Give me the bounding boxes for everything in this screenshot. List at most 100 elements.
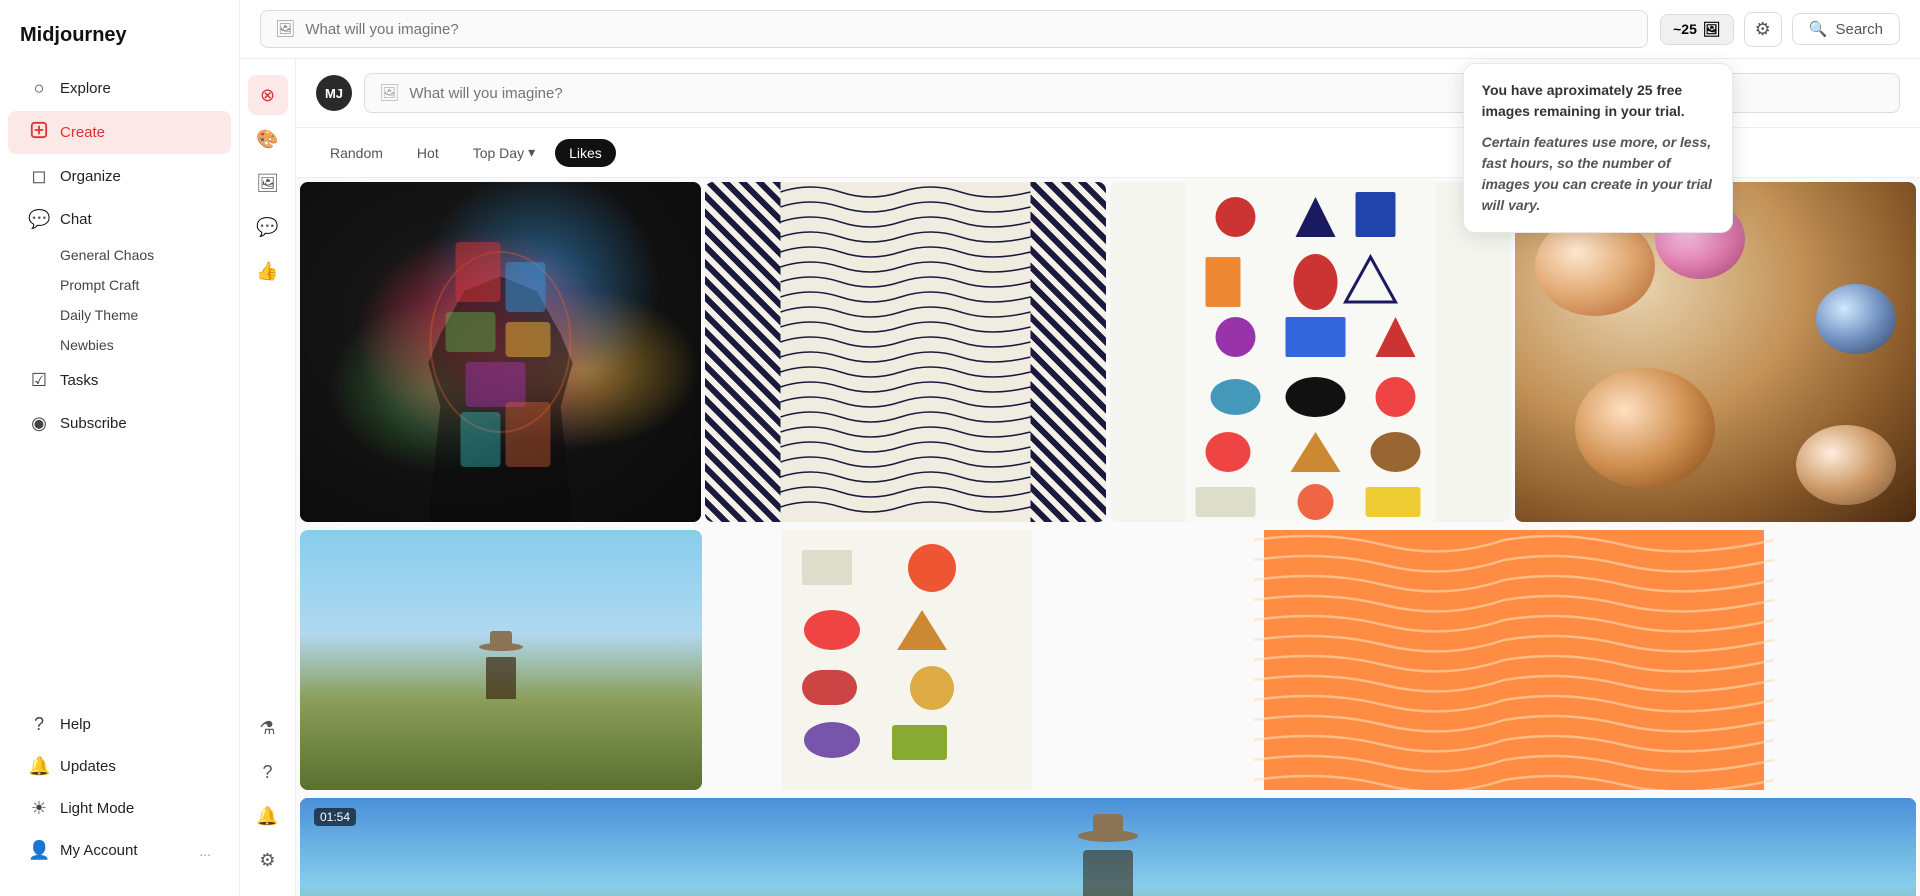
tab-hot[interactable]: Hot [403, 139, 453, 167]
sidebar-item-label: Subscribe [60, 415, 127, 432]
image-input-icon: 🖼 [275, 19, 295, 39]
gallery-item-geo2[interactable] [706, 530, 1108, 790]
hat-top [490, 631, 512, 645]
sidebar-item-general-chaos[interactable]: General Chaos [52, 241, 239, 269]
sidebar-item-newbies[interactable]: Newbies [52, 331, 239, 359]
more-options-icon[interactable]: ... [199, 843, 211, 859]
free-images-badge[interactable]: ~25 🖼 You have aproximately 25 free imag… [1660, 14, 1734, 45]
like-button[interactable]: 👍 [248, 251, 288, 291]
free-images-tooltip: You have aproximately 25 free images rem… [1463, 63, 1733, 233]
tab-random[interactable]: Random [316, 139, 397, 167]
question-button[interactable]: ? [248, 752, 288, 792]
sidebar-item-my-account[interactable]: 👤 My Account ... [8, 830, 231, 871]
tab-top-day-label: Top Day [473, 145, 524, 161]
user-icon: 👤 [28, 840, 50, 861]
organize-icon: ◻ [28, 166, 50, 187]
sidebar-item-create[interactable]: Create [8, 111, 231, 154]
sidebar-item-tasks[interactable]: ☑ Tasks [8, 360, 231, 401]
hat-brim [479, 643, 523, 651]
gallery-item-landscape[interactable] [300, 530, 702, 790]
sidebar-item-label: Tasks [60, 372, 98, 389]
gallery-row2 [296, 530, 1920, 790]
wavy-svg [705, 182, 1106, 522]
grass [300, 699, 702, 790]
settings-button[interactable]: ⚙ [248, 840, 288, 880]
metal-ball-5 [1796, 425, 1896, 505]
compass-icon: ○ [28, 78, 50, 99]
gallery-item-wavy[interactable] [705, 182, 1106, 522]
chat-sub-menu: General Chaos Prompt Craft Daily Theme N… [0, 241, 239, 359]
sidebar-item-label: Create [60, 124, 105, 141]
sidebar-item-prompt-craft[interactable]: Prompt Craft [52, 271, 239, 299]
sidebar-item-label: Updates [60, 758, 116, 775]
metallic-artwork [1515, 182, 1916, 522]
sidebar-item-label: Organize [60, 168, 121, 185]
video-thumbnail: Hi everyone, welcome to Midjourney! 01:5… [300, 798, 1916, 896]
main-search-input[interactable] [305, 21, 1633, 38]
filters-button[interactable]: ⚙ [1744, 12, 1782, 47]
sidebar-item-light-mode[interactable]: ☀ Light Mode [8, 788, 231, 829]
sidebar-item-label: My Account [60, 842, 138, 859]
chat-icon: 💬 [28, 209, 50, 230]
sidebar-item-updates[interactable]: 🔔 Updates [8, 746, 231, 787]
portrait-svg [300, 182, 701, 522]
sidebar-item-subscribe[interactable]: ◉ Subscribe [8, 403, 231, 444]
avatar: MJ [316, 75, 352, 111]
sidebar: Midjourney ○ Explore Create ◻ Organize 💬… [0, 0, 240, 896]
image-count-icon: 🖼 [1703, 21, 1721, 38]
gallery-item-metallic[interactable] [1515, 182, 1916, 522]
sidebar-item-organize[interactable]: ◻ Organize [8, 156, 231, 197]
prompt-image-icon: 🖼 [379, 83, 399, 103]
main-content: 🖼 ~25 🖼 You have aproximately 25 free im… [240, 0, 1920, 896]
topbar: 🖼 ~25 🖼 You have aproximately 25 free im… [240, 0, 1920, 59]
app-logo: Midjourney [0, 16, 239, 67]
chevron-down-icon: ▾ [528, 144, 535, 161]
left-icon-bar: ⊗ 🎨 🖼 💬 👍 ⚗ ? 🔔 ⚙ [240, 59, 296, 896]
flask-button[interactable]: ⚗ [248, 708, 288, 748]
landscape-artwork [300, 530, 702, 790]
palette-button[interactable]: 🎨 [248, 119, 288, 159]
geo-svg [1110, 182, 1511, 522]
tab-top-day[interactable]: Top Day ▾ [459, 138, 549, 167]
tooltip-note: Certain features use more, or less, fast… [1482, 132, 1714, 216]
image-button[interactable]: 🖼 [248, 163, 288, 203]
gallery-item-portrait[interactable] [300, 182, 701, 522]
sidebar-item-label: Chat [60, 211, 92, 228]
video-container: Hi everyone, welcome to Midjourney! 01:5… [300, 798, 1916, 896]
sidebar-item-label: Light Mode [60, 800, 134, 817]
message-button[interactable]: 💬 [248, 207, 288, 247]
orange-wavy-svg [1112, 530, 1916, 790]
sidebar-item-label: Help [60, 716, 91, 733]
sun-icon: ☀ [28, 798, 50, 819]
search-icon: 🔍 [1809, 20, 1828, 38]
search-label: Search [1835, 21, 1883, 38]
sidebar-item-daily-theme[interactable]: Daily Theme [52, 301, 239, 329]
stop-button[interactable]: ⊗ [248, 75, 288, 115]
gallery-item-geometric[interactable] [1110, 182, 1511, 522]
tooltip-highlight: 25 [1637, 82, 1653, 98]
sidebar-item-help[interactable]: ? Help [8, 704, 231, 745]
help-icon: ? [28, 714, 50, 735]
geo2-svg [706, 530, 1108, 790]
tooltip-text: You have aproximately 25 free images rem… [1482, 80, 1714, 122]
video-figure [1083, 850, 1133, 896]
tasks-icon: ☑ [28, 370, 50, 391]
notification-button[interactable]: 🔔 [248, 796, 288, 836]
create-icon [28, 121, 50, 144]
video-hat [1078, 830, 1138, 842]
topbar-actions: ~25 🖼 You have aproximately 25 free imag… [1660, 12, 1900, 47]
bell-icon: 🔔 [28, 756, 50, 777]
tab-likes[interactable]: Likes [555, 139, 616, 167]
search-button[interactable]: 🔍 Search [1792, 13, 1900, 45]
sidebar-item-chat[interactable]: 💬 Chat [8, 199, 231, 240]
metal-ball-3 [1816, 284, 1896, 354]
sidebar-item-label: Explore [60, 80, 111, 97]
badge-count: ~25 [1673, 21, 1697, 37]
sidebar-item-explore[interactable]: ○ Explore [8, 68, 231, 109]
subscribe-icon: ◉ [28, 413, 50, 434]
main-search-input-wrap[interactable]: 🖼 [260, 10, 1648, 48]
gallery-item-orange-wavy[interactable] [1112, 530, 1916, 790]
metal-ball-4 [1575, 368, 1715, 488]
portrait-artwork [300, 182, 701, 522]
video-timestamp-badge: 01:54 [314, 808, 356, 826]
